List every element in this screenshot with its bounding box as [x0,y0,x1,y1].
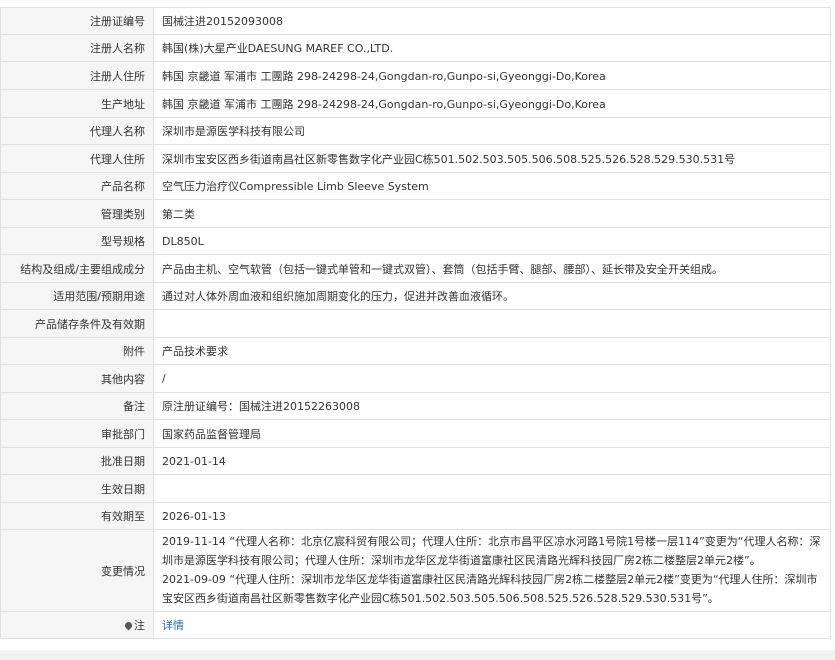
row-production-address: 生产地址 韩国 京畿道 军浦市 工團路 298-24298-24,Gongdan… [0,89,831,118]
row-change-history: 变更情况 2019-11-14 “代理人名称：北京亿宸科贸有限公司；代理人住所：… [0,529,831,612]
row-value: 空气压力治疗仪Compressible Limb Sleeve System [153,172,831,200]
row-label: 注册人住所 [0,61,154,90]
row-management-class: 管理类别 第二类 [0,199,831,228]
device-registration-detail: 注册证编号 国械注进20152093008 注册人名称 韩国(株)大星产业DAE… [0,0,835,660]
row-label: 注 [0,611,154,639]
row-value: 第二类 [153,199,831,228]
row-model-spec: 型号规格 DL850L [0,227,831,255]
row-storage-validity: 产品储存条件及有效期 [0,309,831,338]
row-value: / [153,364,831,393]
detail-table: 注册证编号 国械注进20152093008 注册人名称 韩国(株)大星产业DAE… [0,7,831,639]
row-value [153,309,831,338]
row-label: 型号规格 [0,227,154,255]
row-label: 适用范围/预期用途 [0,282,154,310]
row-value: 2021-01-14 [153,447,831,475]
row-value: 产品技术要求 [153,337,831,365]
row-value: 国家药品监督管理局 [153,419,831,448]
row-approval-date: 批准日期 2021-01-14 [0,447,831,475]
row-value: 2019-11-14 “代理人名称：北京亿宸科贸有限公司；代理人住所：北京市昌平… [153,529,831,612]
row-label: 附件 [0,337,154,365]
row-expiry-date: 有效期至 2026-01-13 [0,502,831,530]
row-attachment: 附件 产品技术要求 [0,337,831,365]
row-label: 审批部门 [0,419,154,448]
bottom-bar [0,650,835,660]
row-label: 代理人住所 [0,144,154,173]
row-intended-use: 适用范围/预期用途 通过对人体外周血液和组织施加周期变化的压力，促进并改善血液循… [0,282,831,310]
row-label: 变更情况 [0,529,154,612]
row-label: 代理人名称 [0,117,154,145]
row-value [153,474,831,503]
row-agent-address: 代理人住所 深圳市宝安区西乡街道南昌社区新零售数字化产业园C栋501.502.5… [0,144,831,173]
row-value: 韩国(株)大星产业DAESUNG MAREF CO.,LTD. [153,34,831,62]
row-value: 原注册证编号：国械注进20152263008 [153,392,831,420]
row-note: 注 详情 [0,611,831,639]
row-other-content: 其他内容 / [0,364,831,393]
row-label: 产品储存条件及有效期 [0,309,154,338]
row-remark: 备注 原注册证编号：国械注进20152263008 [0,392,831,420]
row-value: 2026-01-13 [153,502,831,530]
row-label: 其他内容 [0,364,154,393]
row-value: 深圳市是源医学科技有限公司 [153,117,831,145]
row-label: 注册人名称 [0,34,154,62]
row-label: 有效期至 [0,502,154,530]
row-registrant-name: 注册人名称 韩国(株)大星产业DAESUNG MAREF CO.,LTD. [0,34,831,62]
row-registrant-address: 注册人住所 韩国 京畿道 军浦市 工團路 298-24298-24,Gongda… [0,61,831,90]
row-label: 注册证编号 [0,7,154,35]
row-structure-composition: 结构及组成/主要组成成分 产品由主机、空气软管（包括一键式单管和一键式双管）、套… [0,254,831,283]
row-registration-number: 注册证编号 国械注进20152093008 [0,7,831,35]
row-label: 管理类别 [0,199,154,228]
row-value: 韩国 京畿道 军浦市 工團路 298-24298-24,Gongdan-ro,G… [153,61,831,90]
row-value: 产品由主机、空气软管（包括一键式单管和一键式双管）、套筒（包括手臂、腿部、腰部）… [153,254,831,283]
row-label: 结构及组成/主要组成成分 [0,254,154,283]
row-effective-date: 生效日期 [0,474,831,503]
row-value: 韩国 京畿道 军浦市 工團路 298-24298-24,Gongdan-ro,G… [153,89,831,118]
row-label: 备注 [0,392,154,420]
change-entry: 2021-09-09 “代理人住所：深圳市龙华区龙华街道富康社区民清路光辉科技园… [162,573,818,605]
note-label: 注 [134,619,145,632]
row-agent-name: 代理人名称 深圳市是源医学科技有限公司 [0,117,831,145]
row-label: 产品名称 [0,172,154,200]
row-label: 生产地址 [0,89,154,118]
row-value: 通过对人体外周血液和组织施加周期变化的压力，促进并改善血液循环。 [153,282,831,310]
row-value: 国械注进20152093008 [153,7,831,35]
row-value: DL850L [153,227,831,255]
row-label: 生效日期 [0,474,154,503]
row-value: 深圳市宝安区西乡街道南昌社区新零售数字化产业园C栋501.502.503.505… [153,144,831,173]
row-value: 详情 [153,611,831,639]
row-approval-department: 审批部门 国家药品监督管理局 [0,419,831,448]
pin-icon [123,620,134,631]
change-entry: 2019-11-14 “代理人名称：北京亿宸科贸有限公司；代理人住所：北京市昌平… [162,535,821,567]
row-label: 批准日期 [0,447,154,475]
row-product-name: 产品名称 空气压力治疗仪Compressible Limb Sleeve Sys… [0,172,831,200]
details-link[interactable]: 详情 [162,619,184,632]
